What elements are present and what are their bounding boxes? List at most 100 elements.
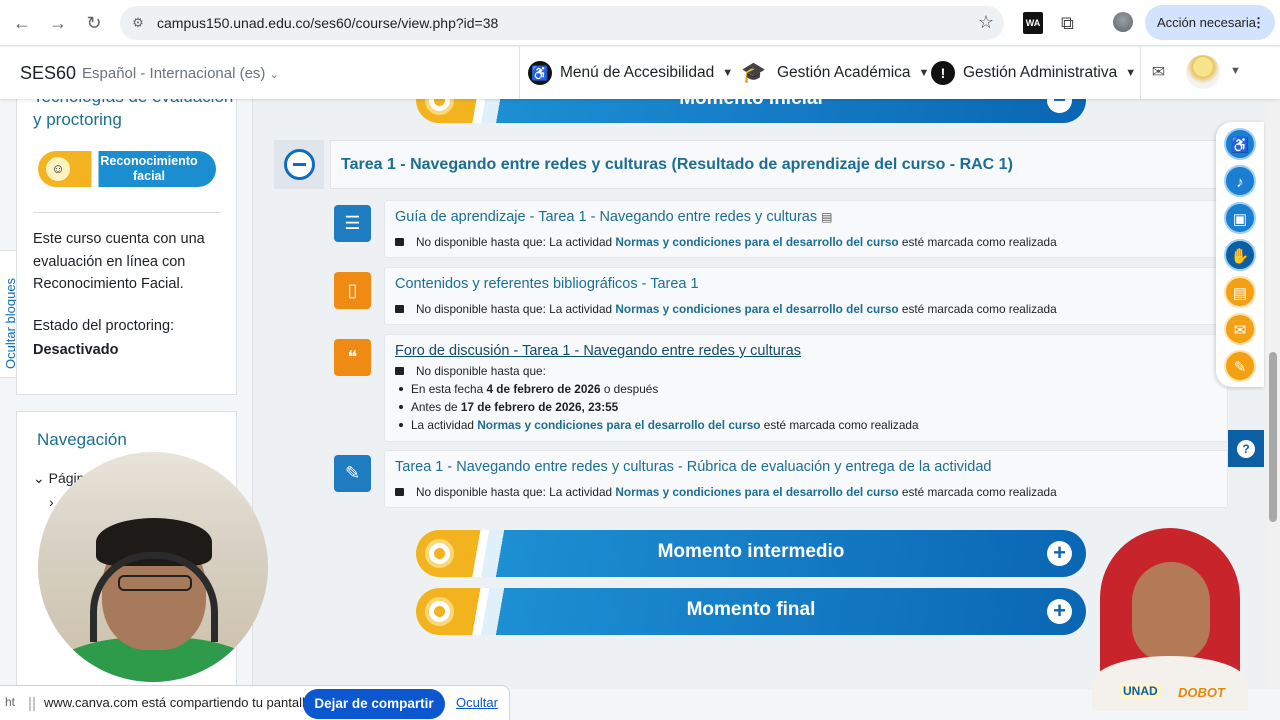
academic-menu[interactable]: 🎓 Gestión Académica ▼ [733,47,929,99]
document-icon: ▤ [821,210,833,224]
site-info-icon[interactable]: ⚙ [130,15,146,31]
accessibility-person-icon[interactable]: ♿ [1224,128,1256,160]
section-title[interactable]: Tarea 1 - Navegando entre redes y cultur… [330,140,1226,189]
assignment-icon[interactable]: ✎ [334,455,371,492]
bot-face [1132,562,1210,662]
date-from-prefix: En esta fecha [411,382,484,396]
restriction-prefix: No disponible hasta que: La actividad [416,302,613,316]
share-message: www.canva.com está compartiendo tu panta… [44,695,316,710]
extensions-icon[interactable]: ⧉ [1061,12,1081,34]
moment-final-banner[interactable]: Momento final + [416,588,1086,635]
forum-icon[interactable]: ❝ [334,339,371,376]
restriction-link[interactable]: Normas y condiciones para el desarrollo … [615,485,898,499]
restriction-link[interactable]: Normas y condiciones para el desarrollo … [615,235,898,249]
forward-icon[interactable]: → [46,11,70,35]
activity-item: ▯ Contenidos y referentes bibliográficos… [334,267,1228,328]
expand-plus-icon[interactable]: + [1047,599,1072,624]
glasses [118,575,192,591]
restriction-prefix: No disponible hasta que: La actividad [416,485,613,499]
messages-icon[interactable]: ✉ [1140,47,1176,99]
user-avatar[interactable] [1186,55,1220,89]
activity-card: Foro de discusión - Tarea 1 - Navegando … [384,334,1228,442]
restriction-link[interactable]: Normas y condiciones para el desarrollo … [477,418,760,432]
site-name[interactable]: SES60 [20,63,76,84]
drag-handle-icon[interactable] [29,697,35,711]
sun-icon [425,539,454,568]
language-label: Español - Internacional (es) [82,65,266,82]
dobot-assistant[interactable]: UNAD DOBOT [1092,528,1248,711]
lock-icon [395,488,404,496]
activity-card: Contenidos y referentes bibliográficos -… [384,267,1228,325]
restriction-suffix: esté marcada como realizada [901,235,1057,249]
restriction-prefix: No disponible hasta que: La actividad [416,235,613,249]
proctoring-description: Este curso cuenta con una evaluación en … [33,231,205,292]
lock-icon [395,238,404,246]
date-to-value: 17 de febrero de 2026, 23:55 [460,400,619,414]
accessibility-toolbar: ♿ ♪ ▣ ✋ ▤ ✉ ✎ [1216,122,1264,387]
browser-toolbar: ← → ↻ ⚙ campus150.unad.edu.co/ses60/cour… [0,0,1280,46]
accessibility-menu-label: Menú de Accesibilidad [560,64,715,81]
expand-plus-icon[interactable]: + [1047,541,1072,566]
bookmark-star-icon[interactable]: ☆ [978,12,994,33]
restriction-date-to: Antes de 17 de febrero de 2026, 23:55 [398,400,619,414]
back-icon[interactable]: ← [10,11,34,35]
moment-intermediate-label: Momento intermedio [657,541,845,562]
screen-share-bar: ht www.canva.com está compartiendo tu pa… [0,685,510,720]
address-bar[interactable]: ⚙ campus150.unad.edu.co/ses60/course/vie… [120,6,1004,40]
document-icon[interactable]: ▤ [1224,276,1256,308]
section-header: Tarea 1 - Navegando entre redes y cultur… [274,140,1226,189]
restriction-activity: La actividad Normas y condiciones para e… [399,418,919,432]
activity-prefix: La actividad [411,418,474,432]
book-icon[interactable]: ▯ [334,272,371,309]
restriction-link[interactable]: Normas y condiciones para el desarrollo … [615,302,898,316]
activity-link[interactable]: Guía de aprendizaje - Tarea 1 - Navegand… [395,209,832,225]
restriction-note: No disponible hasta que: La actividad No… [395,235,1057,249]
dobot-logo: DOBOT [1178,685,1225,700]
facial-recognition-badge[interactable]: ☺ Reconocimiento facial [38,151,216,187]
unad-logo: UNAD [1120,683,1161,699]
alert-icon: ! [931,61,955,85]
activity-link[interactable]: Tarea 1 - Navegando entre redes y cultur… [395,459,991,475]
admin-menu[interactable]: ! Gestión Administrativa ▼ [923,47,1136,99]
activity-link[interactable]: Foro de discusión - Tarea 1 - Navegando … [395,343,801,359]
sign-language-icon[interactable]: ✋ [1224,239,1256,271]
action-required-label: Acción necesaria [1157,15,1256,30]
hide-link[interactable]: Ocultar [456,695,498,710]
notes-icon[interactable]: ✎ [1224,350,1256,382]
profile-icon[interactable] [1113,12,1133,32]
restriction-note: No disponible hasta que: [395,364,546,378]
chevron-down-icon: ▼ [722,67,734,79]
mail-icon[interactable]: ✉ [1224,313,1256,345]
activity-item: ✎ Tarea 1 - Navegando entre redes y cult… [334,450,1228,511]
activity-item: ❝ Foro de discusión - Tarea 1 - Navegand… [334,334,1228,444]
reload-icon[interactable]: ↻ [82,11,106,35]
restriction-head: No disponible hasta que: [416,364,546,378]
page-scrollbar[interactable] [1266,99,1280,689]
restriction-suffix: esté marcada como realizada [901,485,1057,499]
moment-intermediate-banner[interactable]: Momento intermedio + [416,530,1086,577]
stop-sharing-button[interactable]: Dejar de compartir [303,689,445,719]
backpack-icon[interactable]: ▣ [1224,202,1256,234]
url-text[interactable]: campus150.unad.edu.co/ses60/course/view.… [157,15,498,31]
scrollbar-thumb[interactable] [1269,352,1277,522]
chevron-down-icon: ⌄ [33,470,45,486]
collapse-section-button[interactable] [274,140,324,189]
audio-icon[interactable]: ♪ [1224,165,1256,197]
accessibility-menu[interactable]: ♿ Menú de Accesibilidad ▼ [519,47,733,99]
guide-icon[interactable]: ☰ [334,205,371,242]
wa-extension-icon[interactable]: WA [1023,12,1043,34]
help-button[interactable]: ? [1228,430,1264,467]
minus-circle-icon [284,149,315,180]
admin-menu-label: Gestión Administrativa [963,64,1118,81]
language-selector[interactable]: Español - Internacional (es) ⌄ [82,65,279,82]
activity-link[interactable]: Contenidos y referentes bibliográficos -… [395,276,699,292]
more-menu-icon[interactable]: ⋮ [1252,5,1265,40]
action-required-button[interactable]: Acción necesaria ⋮ [1145,5,1275,40]
face-id-icon: ☺ [43,154,73,184]
activity-card: Guía de aprendizaje - Tarea 1 - Navegand… [384,200,1228,258]
facial-recognition-label: Reconocimiento facial [100,154,198,183]
help-icon: ? [1237,440,1255,458]
proctoring-state-label: Estado del proctoring: [33,318,175,334]
moment-final-label: Momento final [686,599,816,620]
chevron-down-icon[interactable]: ▼ [1230,65,1241,77]
